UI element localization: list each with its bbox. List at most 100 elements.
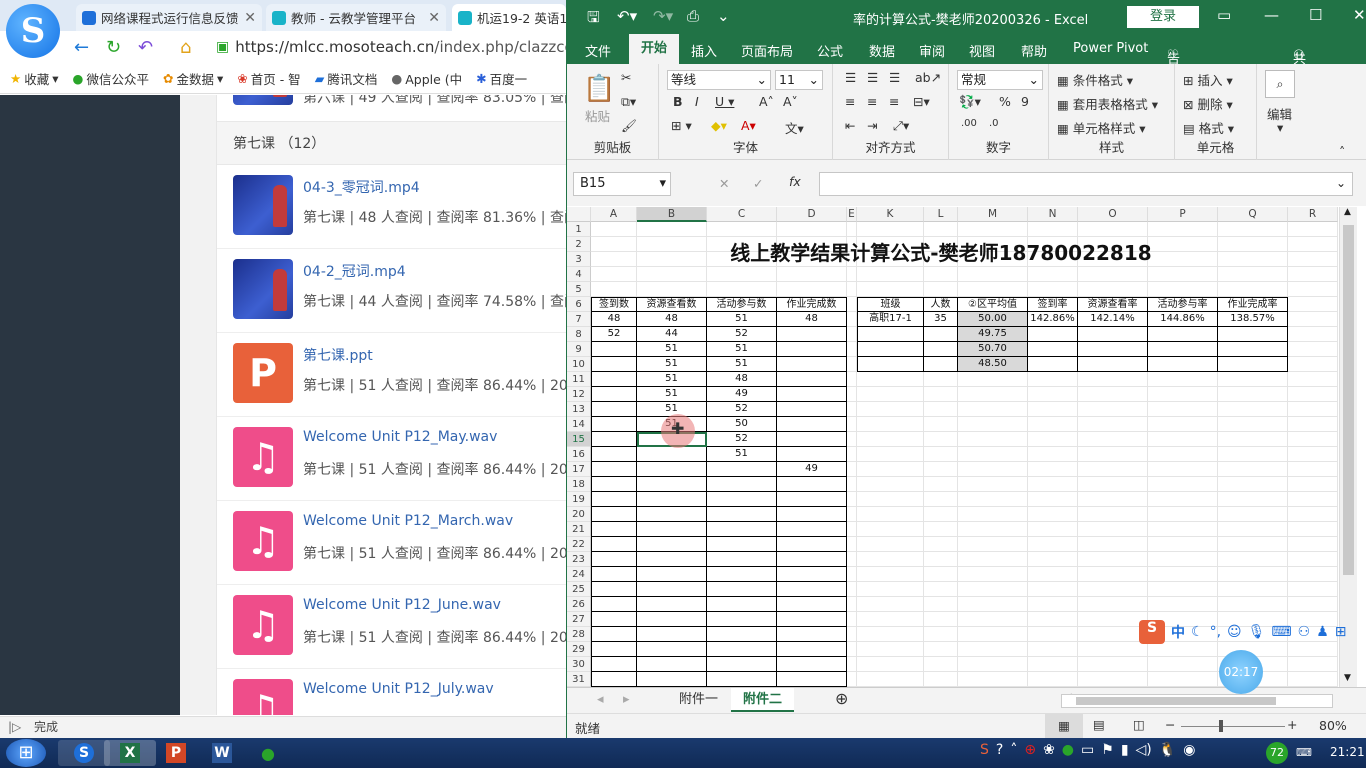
row-header[interactable]: 2	[567, 237, 591, 252]
video-thumbnail[interactable]	[233, 95, 293, 105]
cancel-icon[interactable]: ✕	[719, 176, 729, 191]
table-cell[interactable]	[591, 657, 637, 672]
table-cell[interactable]	[637, 582, 707, 597]
grid-cell[interactable]	[847, 417, 857, 432]
grid-cell[interactable]	[924, 597, 958, 612]
grid-cell[interactable]	[958, 642, 1028, 657]
grid-cell[interactable]	[1078, 402, 1148, 417]
undo-icon[interactable]: ↶	[138, 37, 153, 58]
list-item[interactable]: ♫ Welcome Unit P12_July.wav	[217, 669, 566, 715]
item-title[interactable]: Welcome Unit P12_March.wav	[303, 513, 513, 529]
align-left-icon[interactable]: ≡	[845, 94, 855, 109]
grid-cell[interactable]	[847, 492, 857, 507]
grid-cell[interactable]	[958, 522, 1028, 537]
table-header-cell[interactable]: 作业完成数	[777, 297, 847, 312]
table-cell[interactable]	[777, 582, 847, 597]
table-cell[interactable]	[707, 462, 777, 477]
table-cell[interactable]: 142.14%	[1078, 312, 1148, 327]
grid-cell[interactable]	[924, 567, 958, 582]
align-bottom-icon[interactable]: ☰	[889, 70, 900, 85]
help-tray-icon[interactable]: ?	[996, 742, 1003, 758]
table-cell[interactable]	[591, 447, 637, 462]
table-cell[interactable]	[591, 612, 637, 627]
table-cell[interactable]	[591, 582, 637, 597]
start-button[interactable]: ⊞	[6, 739, 46, 767]
decrease-indent-icon[interactable]: ⇤	[845, 118, 855, 133]
mic-icon[interactable]: 🎙	[1248, 624, 1266, 640]
column-header[interactable]: D	[777, 207, 847, 222]
table-cell[interactable]	[777, 627, 847, 642]
table-cell[interactable]	[707, 672, 777, 687]
grid-cell[interactable]	[1078, 222, 1148, 237]
grid-cell[interactable]	[591, 282, 637, 297]
table-header-cell[interactable]: ②区平均值	[958, 297, 1028, 312]
redo-icon[interactable]: ↷▾	[653, 7, 673, 25]
table-cell[interactable]	[591, 507, 637, 522]
align-top-icon[interactable]: ☰	[845, 70, 856, 85]
grid-cell[interactable]	[958, 462, 1028, 477]
column-header[interactable]: L	[924, 207, 958, 222]
grid-cell[interactable]	[1148, 657, 1218, 672]
grid-cell[interactable]	[857, 462, 924, 477]
font-size-select[interactable]: 11 ⌄	[775, 70, 823, 90]
table-cell[interactable]: 44	[637, 327, 707, 342]
table-cell[interactable]	[591, 627, 637, 642]
table-cell[interactable]	[1028, 342, 1078, 357]
table-cell[interactable]: 48	[777, 312, 847, 327]
grid-cell[interactable]	[1028, 417, 1078, 432]
grid-cell[interactable]	[857, 627, 924, 642]
table-header-cell[interactable]: 活动参与率	[1148, 297, 1218, 312]
ribbon-display-icon[interactable]: ▭	[1217, 6, 1231, 24]
grid-cell[interactable]	[1148, 567, 1218, 582]
scroll-up-icon[interactable]: ▲	[1344, 207, 1351, 217]
grid-cell[interactable]	[1028, 492, 1078, 507]
grid-cell[interactable]	[857, 267, 924, 282]
grid-cell[interactable]	[924, 582, 958, 597]
grid-cell[interactable]	[847, 552, 857, 567]
table-cell[interactable]	[637, 627, 707, 642]
table-cell[interactable]: 52	[707, 327, 777, 342]
grid-cell[interactable]	[857, 597, 924, 612]
table-cell[interactable]	[591, 342, 637, 357]
battery-icon[interactable]: ▭	[1081, 742, 1094, 758]
grid-cell[interactable]	[857, 222, 924, 237]
browser-tab-2[interactable]: 教师 - 云教学管理平台 ✕	[266, 4, 446, 31]
grid-cell[interactable]	[857, 522, 924, 537]
table-header-cell[interactable]: 作业完成率	[1218, 297, 1288, 312]
table-cell[interactable]: 49	[777, 462, 847, 477]
grid-cell[interactable]	[924, 267, 958, 282]
table-header-cell[interactable]: 人数	[924, 297, 958, 312]
table-cell[interactable]	[777, 417, 847, 432]
sheet-tab-1[interactable]: 附件一	[667, 688, 730, 712]
section-header[interactable]: 第七课 （12）	[217, 121, 566, 165]
table-cell[interactable]	[591, 642, 637, 657]
grid-cell[interactable]	[1288, 372, 1338, 387]
refresh-icon[interactable]: ↻	[106, 37, 121, 58]
table-header-cell[interactable]: 签到数	[591, 297, 637, 312]
grid-cell[interactable]	[1218, 447, 1288, 462]
grid-cell[interactable]	[591, 222, 637, 237]
grid-cell[interactable]	[1218, 372, 1288, 387]
grid-cell[interactable]	[1078, 552, 1148, 567]
table-cell[interactable]	[777, 522, 847, 537]
chevron-tray-icon[interactable]: ˄	[1010, 742, 1017, 758]
grid-cell[interactable]	[857, 282, 924, 297]
row-header[interactable]: 21	[567, 522, 591, 537]
keyboard-tray-icon[interactable]: ⌨	[1296, 746, 1312, 759]
grid-cell[interactable]	[958, 657, 1028, 672]
grid-cell[interactable]	[924, 627, 958, 642]
grid-cell[interactable]	[958, 567, 1028, 582]
table-header-cell[interactable]: 资源查看数	[637, 297, 707, 312]
table-cell[interactable]	[637, 642, 707, 657]
grid-cell[interactable]	[1078, 597, 1148, 612]
grid-cell[interactable]	[1218, 477, 1288, 492]
bookmark-tencent-docs[interactable]: ▰ 腾讯文档	[315, 69, 378, 88]
table-cell[interactable]	[637, 657, 707, 672]
taskbar-wechat[interactable]: ●	[242, 740, 294, 766]
table-cell[interactable]	[591, 372, 637, 387]
grid-cell[interactable]	[1288, 597, 1338, 612]
fill-color-icon[interactable]: ◆▾	[711, 118, 727, 133]
grid-cell[interactable]	[1218, 522, 1288, 537]
row-header[interactable]: 29	[567, 642, 591, 657]
grid-cell[interactable]	[847, 522, 857, 537]
